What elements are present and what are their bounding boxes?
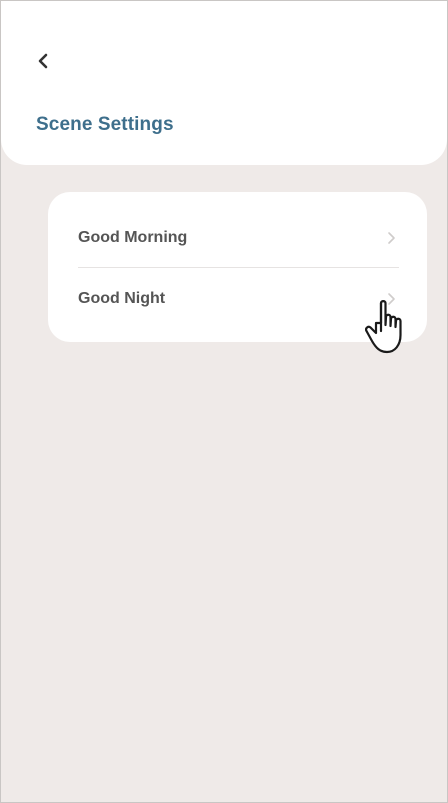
chevron-left-icon — [38, 53, 48, 69]
scene-item-good-night[interactable]: Good Night — [78, 269, 398, 329]
scene-item-label: Good Night — [78, 290, 166, 307]
back-button[interactable] — [29, 47, 57, 75]
app-screen: Scene Settings Good Morning Good Night — [0, 0, 448, 803]
header: Scene Settings — [1, 1, 447, 165]
list-divider — [78, 267, 399, 268]
page-title: Scene Settings — [36, 114, 174, 135]
scene-item-good-morning[interactable]: Good Morning — [78, 208, 398, 268]
scene-item-label: Good Morning — [78, 229, 188, 246]
chevron-right-icon — [388, 232, 395, 244]
hand-pointer-icon — [365, 300, 402, 354]
